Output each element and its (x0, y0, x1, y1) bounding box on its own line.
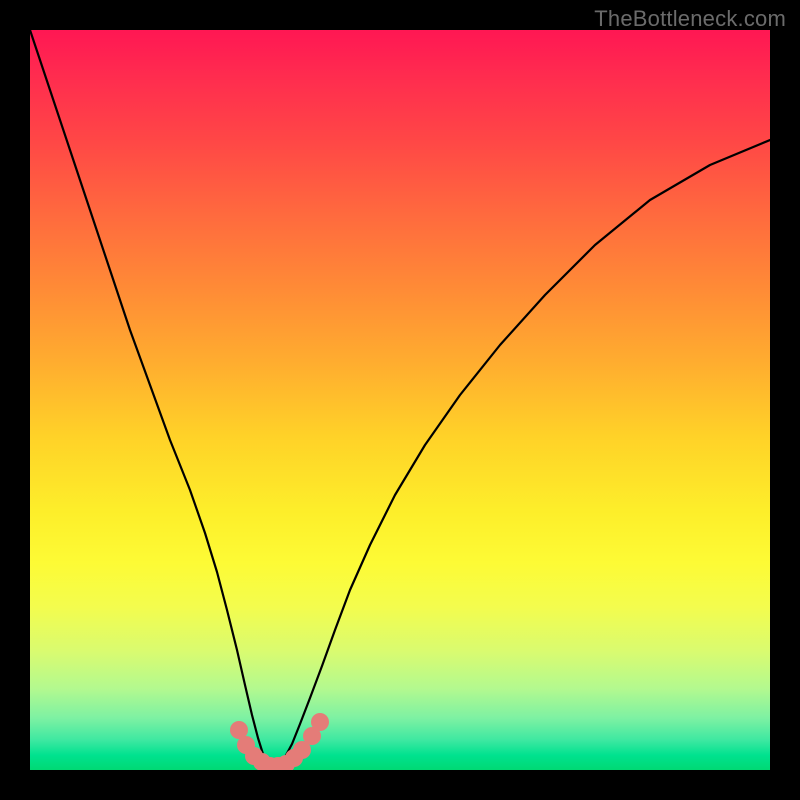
plot-area (30, 30, 770, 770)
watermark-label: TheBottleneck.com (594, 6, 786, 32)
chart-frame: TheBottleneck.com (0, 0, 800, 800)
curve-markers (30, 30, 770, 770)
marker-dot (311, 713, 329, 731)
